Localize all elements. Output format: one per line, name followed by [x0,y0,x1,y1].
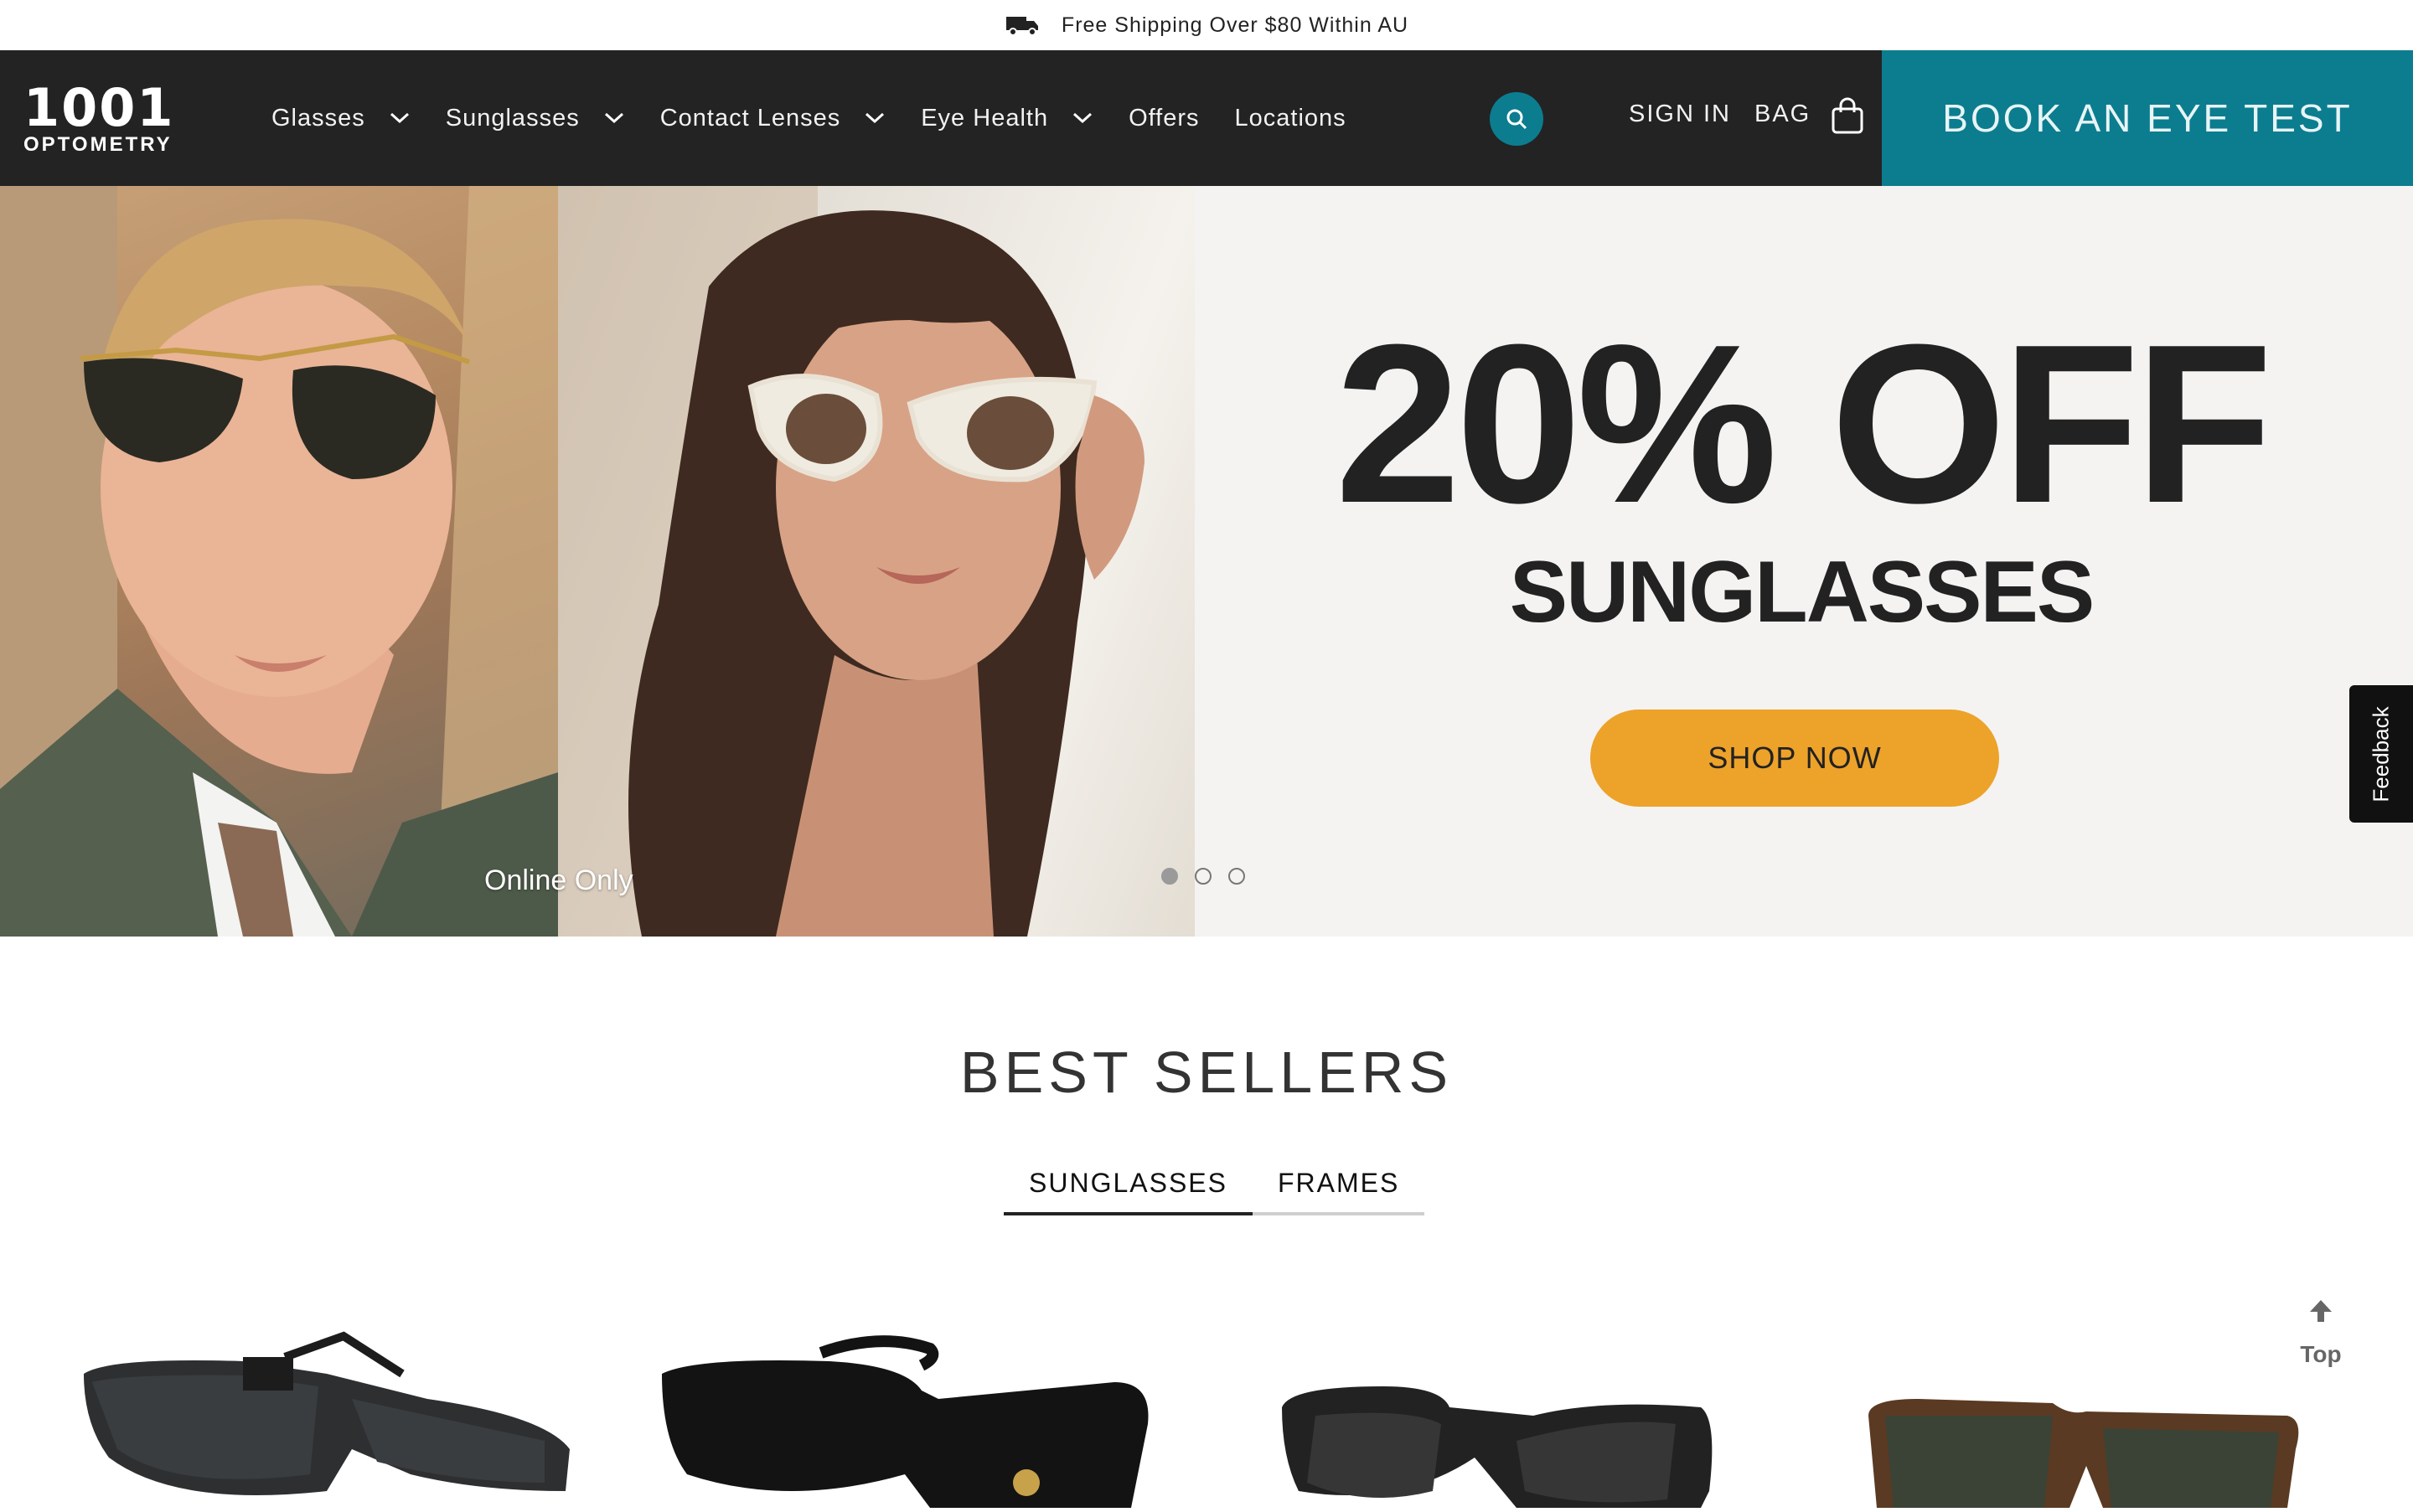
site-logo[interactable]: 1001 OPTOMETRY [23,77,175,159]
carousel-dot[interactable] [1161,868,1178,885]
carousel-dots [1161,868,1262,885]
product-image [1282,1386,1713,1508]
main-nav: Glasses Sunglasses Contact Lenses Eye He… [271,50,1382,186]
back-to-top-button[interactable]: Top [2287,1297,2354,1397]
announcement-text: Free Shipping Over $80 Within AU [1061,13,1409,37]
hero-photo-man [0,186,558,937]
site-header: 1001 OPTOMETRY Glasses Sunglasses Contac… [0,50,2413,186]
nav-label: Locations [1234,104,1346,132]
nav-label: Offers [1129,104,1200,132]
nav-item-offers[interactable]: Offers [1129,105,1199,132]
logo-word: OPTOMETRY [23,133,173,156]
truck-icon [1005,17,1038,36]
nav-item-sunglasses[interactable]: Sunglasses [446,105,625,132]
nav-item-contact-lenses[interactable]: Contact Lenses [660,105,886,132]
chevron-down-icon[interactable] [864,111,886,125]
product-image [662,1335,1149,1508]
nav-item-eye-health[interactable]: Eye Health [921,105,1093,132]
hero-banner[interactable]: Online Only 20% OFF SUNGLASSES SHOP NOW [0,186,2413,937]
product-card[interactable] [662,1324,1156,1508]
tab-sunglasses[interactable]: SUNGLASSES [1004,1159,1253,1215]
product-carousel [0,1324,2413,1508]
feedback-tab[interactable]: Feedback [2349,685,2413,823]
book-eye-test-button[interactable]: BOOK AN EYE TEST [1882,50,2413,186]
online-only-label: Online Only [484,864,633,896]
product-card[interactable] [75,1324,578,1508]
product-image [84,1331,570,1495]
shopping-bag-icon[interactable] [1830,97,1865,136]
nav-label: Glasses [271,104,365,132]
nav-item-locations[interactable]: Locations [1235,105,1346,132]
arrow-up-icon [2310,1300,2332,1322]
carousel-dot[interactable] [1228,868,1245,885]
best-sellers-tabs: SUNGLASSES FRAMES [1004,1159,1425,1215]
hero-photo-woman [558,186,1195,937]
chevron-down-icon[interactable] [1072,111,1093,125]
carousel-dot[interactable] [1195,868,1212,885]
chevron-down-icon[interactable] [389,111,411,125]
hero-subhead: SUNGLASSES [1509,544,2095,641]
nav-label: Eye Health [921,104,1049,132]
tab-frames[interactable]: FRAMES [1252,1159,1425,1215]
shop-now-button[interactable]: SHOP NOW [1590,710,1999,807]
nav-item-glasses[interactable]: Glasses [271,105,411,132]
search-icon [1506,109,1527,130]
feedback-label: Feedback [2368,705,2394,802]
chevron-down-icon[interactable] [603,111,625,125]
search-button[interactable] [1490,92,1543,146]
best-sellers-title: BEST SELLERS [959,1040,1454,1105]
bag-link[interactable]: BAG [1754,101,1811,128]
nav-label: Sunglasses [445,104,580,132]
sign-in-link[interactable]: SIGN IN [1629,101,1731,128]
product-image [1868,1399,2299,1508]
product-card[interactable] [1282,1324,1718,1508]
hero-headline: 20% OFF [1335,298,2272,550]
nav-label: Contact Lenses [659,104,841,132]
back-to-top-label: Top [2300,1341,2342,1367]
announcement-bar: Free Shipping Over $80 Within AU [0,0,2413,50]
product-card[interactable] [1868,1324,2304,1508]
logo-number: 1001 [23,77,175,138]
